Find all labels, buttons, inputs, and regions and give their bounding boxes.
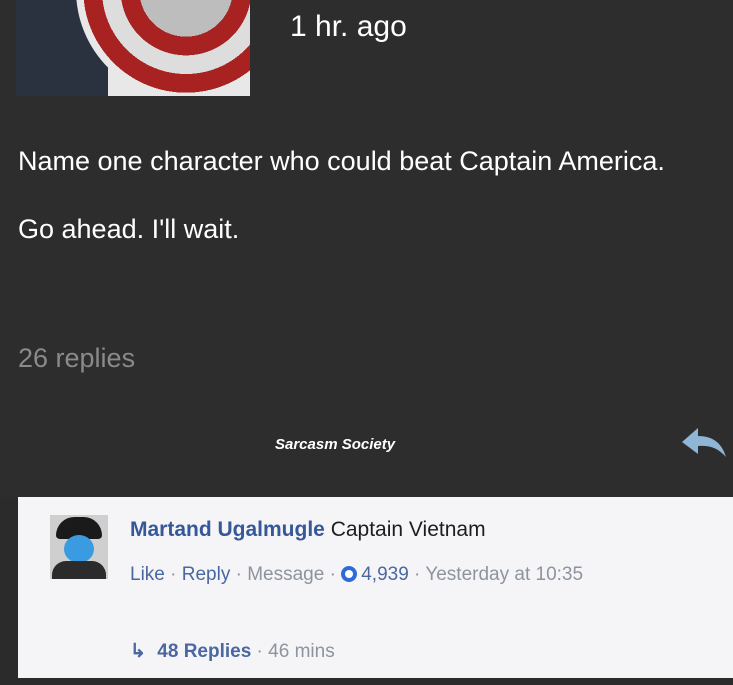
post-body: Name one character who could beat Captai… xyxy=(18,143,708,279)
reply-arrow-icon: ↳ xyxy=(130,641,146,662)
reaction-count[interactable]: 4,939 xyxy=(361,564,409,585)
post-text-line-2: Go ahead. I'll wait. xyxy=(18,214,240,244)
avatar-body xyxy=(52,561,106,579)
post-text-line-1: Name one character who could beat Captai… xyxy=(18,146,665,176)
replies-count-link[interactable]: 26 replies xyxy=(18,343,135,374)
screenshot: 1 hr. ago Name one character who could b… xyxy=(0,0,733,685)
view-replies-link[interactable]: 48 Replies xyxy=(157,641,251,662)
comment-text: Captain Vietnam xyxy=(330,518,486,541)
like-button[interactable]: Like xyxy=(130,564,165,585)
comment-line: Martand Ugalmugle Captain Vietnam xyxy=(130,518,486,542)
message-button[interactable]: Message xyxy=(247,564,324,585)
replies-row: ↳ 48 Replies · 46 mins xyxy=(130,641,335,662)
commenter-name[interactable]: Martand Ugalmugle xyxy=(130,518,325,541)
bottom-border xyxy=(0,678,733,685)
share-icon[interactable] xyxy=(680,424,728,460)
avatar-face-blur xyxy=(64,535,94,563)
reply-button[interactable]: Reply xyxy=(182,564,231,585)
post-avatar-image[interactable] xyxy=(16,0,250,96)
comment-actions: Like · Reply · Message · 4,939 · Yesterd… xyxy=(130,564,584,585)
reaction-icon xyxy=(341,566,358,582)
post-timestamp: 1 hr. ago xyxy=(290,10,407,43)
comment-timestamp: Yesterday at 10:35 xyxy=(425,564,584,585)
watermark: Sarcasm Society xyxy=(275,436,396,453)
replies-time: 46 mins xyxy=(268,641,335,662)
post-panel: 1 hr. ago Name one character who could b… xyxy=(0,0,733,497)
commenter-avatar[interactable] xyxy=(50,515,108,579)
